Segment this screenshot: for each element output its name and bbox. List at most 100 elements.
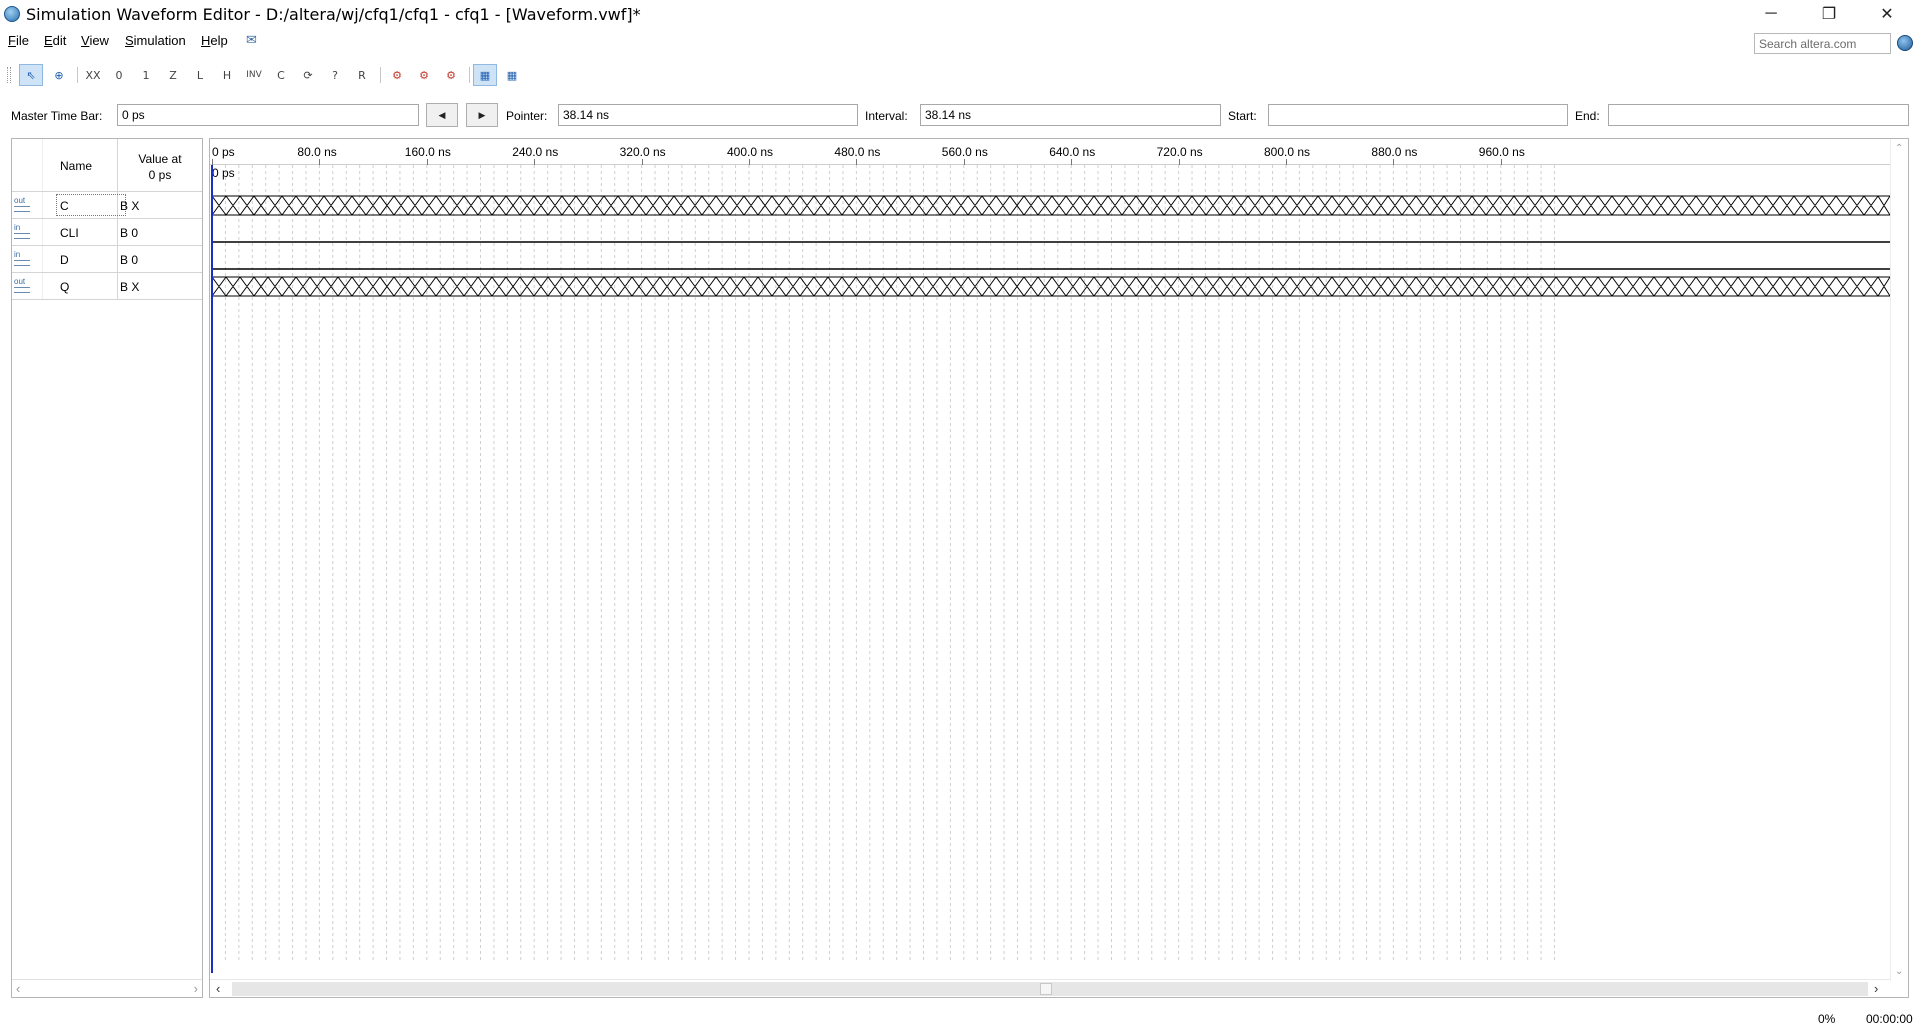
pointer-label: Pointer:	[506, 109, 548, 123]
invert-icon[interactable]: INV	[242, 64, 266, 86]
previous-transition-button[interactable]: ◀	[426, 103, 458, 127]
pin-type-text: in	[14, 250, 21, 259]
ruler-tick-label: 480.0 ns	[834, 145, 881, 159]
menu-edit[interactable]: Edit	[44, 33, 66, 48]
quartus-app-icon	[4, 6, 20, 22]
time-bar: Master Time Bar: 0 ps ◀ ▶ Pointer: 38.14…	[0, 102, 1920, 128]
signal-list-scrollbar[interactable]: ‹ ›	[12, 979, 202, 997]
menu-help-label: elp	[210, 33, 228, 48]
waveform-unknown-c[interactable]	[211, 195, 1890, 216]
random-value-icon[interactable]: R	[350, 64, 374, 86]
toolbar-separator	[380, 67, 381, 83]
ruler-tick-label: 160.0 ns	[404, 145, 451, 159]
snap-to-grid-icon[interactable]: ▦	[473, 64, 497, 86]
zoom-tool-icon[interactable]: ⊕	[47, 64, 71, 86]
menu-edit-hotkey: E	[44, 33, 53, 48]
scroll-right-arrow-icon[interactable]: ›	[1874, 981, 1878, 996]
netlist-viewer-icon[interactable]: ⚙	[439, 64, 463, 86]
vertical-scrollbar[interactable]: ⌃ ⌄	[1890, 139, 1908, 981]
menu-simulation-hotkey: S	[125, 33, 134, 48]
forcing-low-icon[interactable]: 0	[107, 64, 131, 86]
ruler-tick-mark	[534, 159, 536, 165]
menu-file[interactable]: File	[8, 33, 29, 48]
ruler-tick-label: 400.0 ns	[727, 145, 774, 159]
menu-view-label: iew	[89, 33, 109, 48]
waveform-canvas[interactable]	[210, 139, 1890, 981]
ruler-tick-label: 880.0 ns	[1371, 145, 1418, 159]
horizontal-scrollbar[interactable]: ‹ ›	[210, 979, 1890, 997]
interval-field[interactable]: 38.14 ns	[920, 104, 1221, 126]
ruler-tick-mark	[856, 159, 858, 165]
toolbar-separator	[469, 67, 470, 83]
ruler-tick-mark	[426, 159, 428, 165]
menu-view[interactable]: View	[81, 33, 109, 48]
time-ruler[interactable]: 0 ps 80.0 ns 160.0 ns 240.0 ns 320.0 ns 400.0…	[210, 139, 1890, 165]
menu-simulation[interactable]: Simulation	[125, 33, 186, 48]
waveform-toolbar: ⇖ ⊕ XX 0 1 Z L H INV C ⟳ ? R ⚙ ⚙ ⚙ ▦ ▦	[0, 62, 1920, 88]
pin-arrow	[14, 260, 30, 266]
scroll-up-arrow-icon[interactable]: ⌃	[1895, 143, 1903, 154]
toolbar-grip[interactable]	[7, 67, 11, 83]
minimize-button[interactable]: ─	[1742, 0, 1800, 28]
waveform-unknown-q[interactable]	[211, 276, 1890, 297]
end-field[interactable]	[1608, 104, 1909, 126]
close-button[interactable]: ✕	[1858, 0, 1916, 28]
value-column-header[interactable]: Value at 0 ps	[120, 151, 200, 183]
value-header-line2: 0 ps	[148, 168, 172, 182]
ruler-tick-mark	[1393, 159, 1395, 165]
output-pin-icon: out	[14, 278, 34, 294]
scroll-left-arrow-icon[interactable]: ‹	[16, 981, 20, 996]
forcing-high-icon[interactable]: 1	[134, 64, 158, 86]
scroll-left-arrow-icon[interactable]: ‹	[216, 981, 220, 996]
high-impedance-icon[interactable]: Z	[161, 64, 185, 86]
signal-row-q[interactable]: out Q B X	[12, 273, 202, 300]
signal-value: B 0	[120, 226, 139, 240]
pin-arrow	[14, 233, 30, 239]
name-column-header[interactable]: Name	[60, 159, 92, 173]
arbitrary-value-icon[interactable]: ?	[323, 64, 347, 86]
forcing-unknown-icon[interactable]: XX	[81, 64, 105, 86]
ruler-tick-label: 0 ps	[212, 145, 235, 159]
grid-options-icon[interactable]: ▦	[500, 64, 524, 86]
menu-bar: File Edit View Simulation Help ✉	[0, 30, 1920, 54]
ruler-tick-label: 320.0 ns	[619, 145, 666, 159]
master-time-cursor[interactable]	[211, 165, 213, 973]
master-time-bar-field[interactable]: 0 ps	[117, 104, 419, 126]
signal-row-c[interactable]: out C B X	[12, 192, 202, 219]
feedback-icon[interactable]: ✉	[246, 32, 257, 48]
functional-simulation-icon[interactable]: ⚙	[385, 64, 409, 86]
input-pin-icon: in	[14, 251, 34, 267]
scroll-down-arrow-icon[interactable]: ⌄	[1895, 966, 1903, 977]
ruler-tick-mark	[1178, 159, 1180, 165]
master-cursor-label: 0 ps	[212, 166, 235, 180]
count-value-icon[interactable]: C	[269, 64, 293, 86]
globe-icon[interactable]	[1897, 35, 1913, 51]
weak-high-icon[interactable]: H	[215, 64, 239, 86]
clock-icon[interactable]: ⟳	[296, 64, 320, 86]
scroll-right-arrow-icon[interactable]: ›	[194, 981, 198, 996]
start-label: Start:	[1228, 109, 1257, 123]
timing-simulation-icon[interactable]: ⚙	[412, 64, 436, 86]
scrollbar-thumb[interactable]	[1040, 983, 1052, 995]
pointer-field[interactable]: 38.14 ns	[558, 104, 858, 126]
signal-name: Q	[60, 280, 70, 294]
elapsed-time: 00:00:00	[1866, 1012, 1913, 1026]
ruler-tick-label: 960.0 ns	[1478, 145, 1525, 159]
toolbar-separator	[77, 67, 78, 83]
ruler-tick-label: 560.0 ns	[941, 145, 988, 159]
search-input[interactable]: Search altera.com	[1754, 33, 1891, 54]
signal-row-d[interactable]: in D B 0	[12, 246, 202, 273]
next-transition-button[interactable]: ▶	[466, 103, 498, 127]
status-bar: 0% 00:00:00	[0, 1008, 1920, 1030]
menu-help[interactable]: Help	[201, 33, 228, 48]
selection-tool-icon[interactable]: ⇖	[19, 64, 43, 86]
ruler-tick-mark	[749, 159, 750, 165]
pin-arrow	[14, 287, 30, 293]
waveform-panel[interactable]: 0 ps 80.0 ns 160.0 ns 240.0 ns 320.0 ns 400.0…	[209, 138, 1909, 998]
signal-list-panel: Name Value at 0 ps out C B X in CLI B 0 …	[11, 138, 203, 998]
signal-row-cli[interactable]: in CLI B 0	[12, 219, 202, 246]
weak-low-icon[interactable]: L	[188, 64, 212, 86]
progress-percent: 0%	[1818, 1012, 1836, 1026]
start-field[interactable]	[1268, 104, 1568, 126]
restore-button[interactable]: ❐	[1800, 0, 1858, 28]
